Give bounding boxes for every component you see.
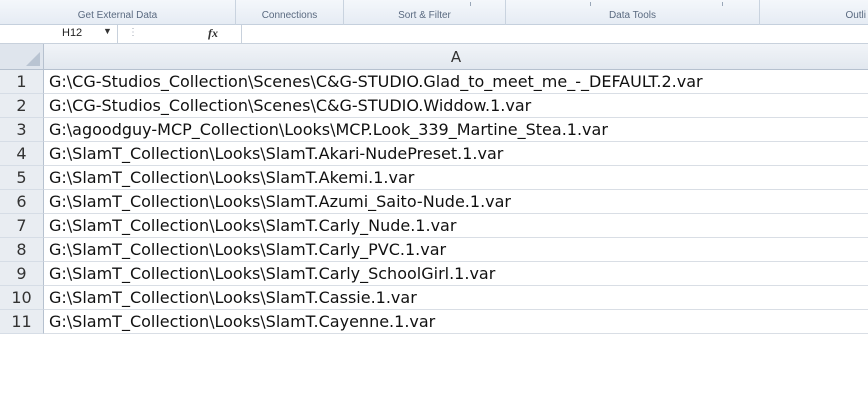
formula-bar-buttons: ⋮ fx [118, 25, 242, 43]
table-row: 9 G:\SlamT_Collection\Looks\SlamT.Carly_S… [0, 262, 868, 286]
row-header[interactable]: 4 [0, 142, 44, 166]
ribbon-group-outline: Outli [760, 0, 868, 25]
select-all-button[interactable] [0, 44, 44, 70]
ribbon-divider [590, 2, 591, 6]
table-row: 5 G:\SlamT_Collection\Looks\SlamT.Akemi.1… [0, 166, 868, 190]
chevron-down-icon[interactable]: ▼ [103, 26, 112, 36]
group-label: Connections [261, 10, 318, 21]
group-label: Get External Data [77, 10, 158, 21]
ribbon-group-connections: Connections [236, 0, 344, 25]
formula-bar: H12 ▼ ⋮ fx [0, 25, 868, 44]
column-header-a[interactable]: A [44, 44, 868, 70]
cell-a[interactable]: G:\SlamT_Collection\Looks\SlamT.Cayenne.… [44, 310, 868, 334]
row-header[interactable]: 11 [0, 310, 44, 334]
ribbon-divider [470, 2, 471, 6]
cell-a[interactable]: G:\CG-Studios_Collection\Scenes\C&G-STUD… [44, 70, 868, 94]
formula-input[interactable] [242, 25, 868, 43]
table-row: 3 G:\agoodguy-MCP_Collection\Looks\MCP.Lo… [0, 118, 868, 142]
table-row: 6 G:\SlamT_Collection\Looks\SlamT.Azumi_S… [0, 190, 868, 214]
cell-a[interactable]: G:\CG-Studios_Collection\Scenes\C&G-STUD… [44, 94, 868, 118]
group-label: Data Tools [608, 10, 657, 21]
table-row: 4 G:\SlamT_Collection\Looks\SlamT.Akari-N… [0, 142, 868, 166]
row-header[interactable]: 9 [0, 262, 44, 286]
row-header[interactable]: 6 [0, 190, 44, 214]
row-header[interactable]: 8 [0, 238, 44, 262]
insert-function-icon[interactable]: fx [208, 26, 218, 41]
table-row: 1 G:\CG-Studios_Collection\Scenes\C&G-STU… [0, 70, 868, 94]
column-header-label: A [450, 48, 462, 66]
name-box[interactable]: H12 ▼ [0, 25, 118, 43]
ribbon-divider [722, 2, 723, 6]
table-row: 7 G:\SlamT_Collection\Looks\SlamT.Carly_N… [0, 214, 868, 238]
table-row: 8 G:\SlamT_Collection\Looks\SlamT.Carly_P… [0, 238, 868, 262]
cell-a[interactable]: G:\SlamT_Collection\Looks\SlamT.Carly_Nu… [44, 214, 868, 238]
name-box-value: H12 [62, 27, 83, 39]
cell-a[interactable]: G:\SlamT_Collection\Looks\SlamT.Carly_PV… [44, 238, 868, 262]
cell-a[interactable]: G:\SlamT_Collection\Looks\SlamT.Cassie.1… [44, 286, 868, 310]
table-row: 11 G:\SlamT_Collection\Looks\SlamT.Cayenn… [0, 310, 868, 334]
cell-a[interactable]: G:\agoodguy-MCP_Collection\Looks\MCP.Loo… [44, 118, 868, 142]
select-all-triangle-icon [26, 52, 40, 66]
row-header[interactable]: 2 [0, 94, 44, 118]
cell-a[interactable]: G:\SlamT_Collection\Looks\SlamT.Akari-Nu… [44, 142, 868, 166]
row-header[interactable]: 3 [0, 118, 44, 142]
formula-bar-resize-handle[interactable]: ⋮ [128, 27, 138, 38]
cell-a[interactable]: G:\SlamT_Collection\Looks\SlamT.Carly_Sc… [44, 262, 868, 286]
row-header[interactable]: 1 [0, 70, 44, 94]
ribbon-group-get-external-data: Get External Data [0, 0, 236, 25]
ribbon-group-sort-filter: Sort & Filter [344, 0, 506, 25]
ribbon-group-labels: Get External Data Connections Sort & Fil… [0, 0, 868, 25]
row-header[interactable]: 5 [0, 166, 44, 190]
group-label: Outli [845, 10, 866, 21]
worksheet-grid: A 1 G:\CG-Studios_Collection\Scenes\C&G-S… [0, 44, 868, 403]
row-header[interactable]: 7 [0, 214, 44, 238]
table-row: 2 G:\CG-Studios_Collection\Scenes\C&G-STU… [0, 94, 868, 118]
row-header[interactable]: 10 [0, 286, 44, 310]
cell-a[interactable]: G:\SlamT_Collection\Looks\SlamT.Akemi.1.… [44, 166, 868, 190]
cell-a[interactable]: G:\SlamT_Collection\Looks\SlamT.Azumi_Sa… [44, 190, 868, 214]
table-row: 10 G:\SlamT_Collection\Looks\SlamT.Cassie… [0, 286, 868, 310]
group-label: Sort & Filter [398, 10, 451, 21]
